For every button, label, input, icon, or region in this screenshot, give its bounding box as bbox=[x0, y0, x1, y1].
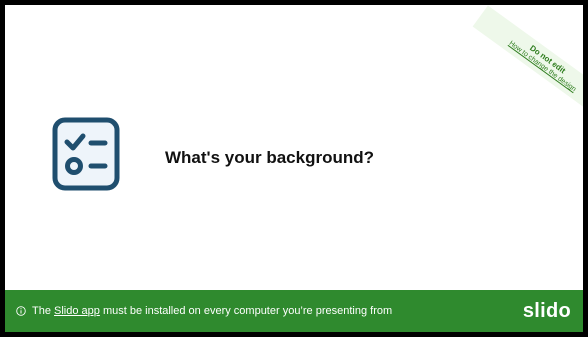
slido-logo: slido bbox=[522, 299, 571, 322]
footer-message: The Slido app must be installed on every… bbox=[32, 305, 392, 317]
checklist-icon bbox=[52, 117, 120, 191]
info-icon bbox=[16, 306, 26, 316]
footer-bar: The Slido app must be installed on every… bbox=[5, 290, 583, 332]
change-design-link[interactable]: How to change the design bbox=[508, 40, 578, 93]
footer-text-after: must be installed on every computer you’… bbox=[99, 305, 393, 317]
question-title: What's your background? bbox=[165, 148, 374, 167]
footer-text-before: The bbox=[32, 305, 55, 317]
slide: Do not edit How to change the design Wha… bbox=[0, 0, 588, 337]
slido-app-link[interactable]: Slido app bbox=[54, 305, 100, 317]
do-not-edit-ribbon: Do not edit How to change the design bbox=[472, 5, 583, 121]
